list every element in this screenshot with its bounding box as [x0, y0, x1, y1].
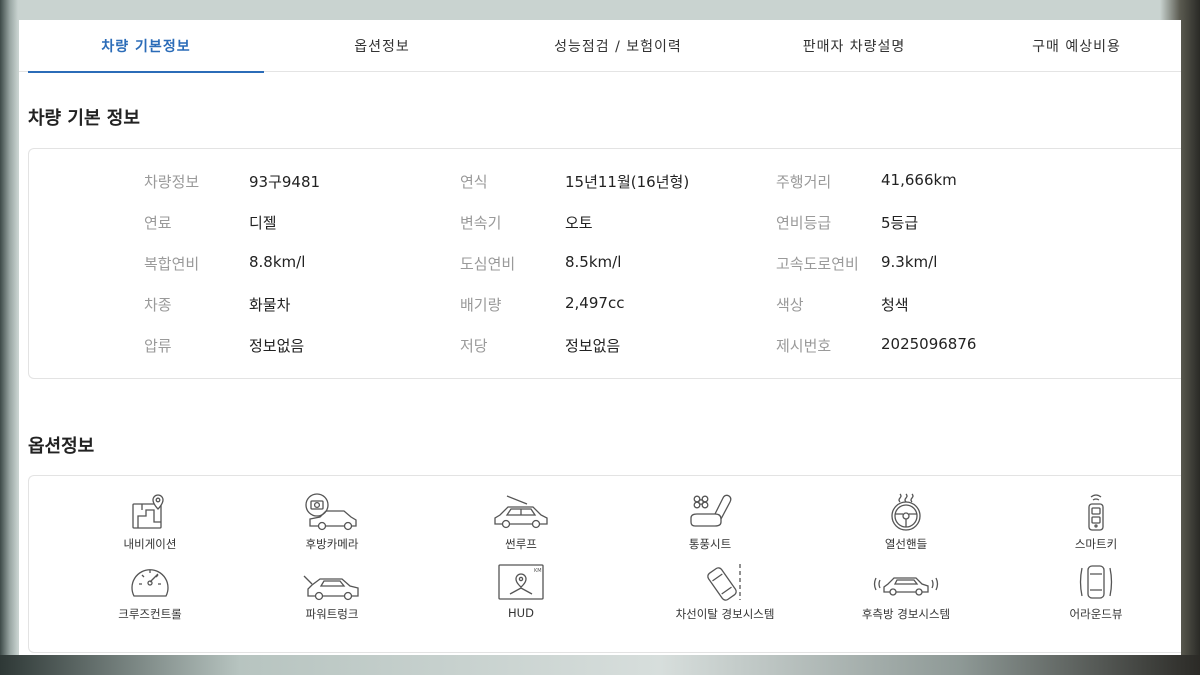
option-label: 차선이탈 경보시스템	[675, 607, 775, 621]
rear-camera-icon	[305, 493, 357, 531]
smart-key-icon	[1088, 494, 1104, 531]
tab-options[interactable]: 옵션정보	[264, 20, 500, 72]
option-item: 내비게이션	[80, 492, 220, 552]
options-box: 내비게이션 후방카메라 썬루프 통풍시트 열선핸들 스마트키 크루즈컨트롤 파워…	[28, 475, 1181, 653]
spec-value: 정보없음	[249, 337, 305, 355]
option-item: 어라운드뷰	[1026, 562, 1166, 622]
spec-value: 2025096876	[881, 335, 977, 353]
background-strip	[0, 655, 1200, 675]
spec-value: 8.8km/l	[249, 253, 306, 271]
svg-text:KM: KM	[534, 568, 542, 574]
spec-value: 2,497cc	[565, 294, 625, 312]
tab-inspection-insurance[interactable]: 성능점검 / 보험이력	[500, 20, 736, 72]
spec-value: 41,666km	[881, 171, 957, 189]
option-label: 스마트키	[1074, 537, 1118, 551]
option-label: 썬루프	[505, 537, 537, 551]
spec-row: 복합연비 8.8km/l 도심연비 8.5km/l 고속도로연비 9.3km/l	[29, 253, 1181, 277]
lane-departure-icon	[707, 564, 741, 601]
spec-value: 정보없음	[565, 337, 621, 355]
spec-value: 청색	[881, 296, 909, 314]
option-item: 썬루프	[451, 492, 591, 552]
spec-label: 차량정보	[144, 173, 200, 191]
spec-label: 주행거리	[776, 173, 832, 191]
spec-label: 차종	[144, 296, 172, 314]
spec-value: 93구9481	[249, 173, 321, 191]
spec-row: 차량정보 93구9481 연식 15년11월(16년형) 주행거리 41,666…	[29, 171, 1181, 195]
ventilated-seat-icon	[690, 494, 732, 527]
tab-bar: 차량 기본정보 옵션정보 성능점검 / 보험이력 판매자 차량설명 구매 예상비…	[19, 20, 1181, 73]
spec-value: 화물차	[249, 296, 291, 314]
spec-row: 차종 화물차 배기량 2,497cc 색상 청색	[29, 294, 1181, 318]
spec-value: 디젤	[249, 214, 277, 232]
option-item: 열선핸들	[836, 492, 976, 552]
spec-label: 저당	[460, 337, 488, 355]
around-view-icon	[1079, 565, 1113, 599]
option-label: 내비게이션	[123, 537, 177, 551]
blind-spot-icon	[873, 577, 939, 596]
basic-info-title: 차량 기본 정보	[28, 108, 140, 129]
spec-label: 도심연비	[460, 255, 516, 273]
spec-value: 5등급	[881, 214, 919, 232]
spec-row: 연료 디젤 변속기 오토 연비등급 5등급	[29, 212, 1181, 236]
spec-label: 연식	[460, 173, 488, 191]
spec-label: 제시번호	[776, 337, 832, 355]
spec-value: 9.3km/l	[881, 253, 938, 271]
option-label: HUD	[508, 606, 534, 620]
option-label: 열선핸들	[884, 537, 928, 551]
tab-expected-cost[interactable]: 구매 예상비용	[972, 20, 1181, 72]
option-item: 차선이탈 경보시스템	[655, 562, 795, 622]
cruise-control-icon	[131, 569, 169, 597]
heated-steering-icon	[891, 493, 921, 531]
tab-basic-info[interactable]: 차량 기본정보	[28, 20, 264, 73]
tab-seller-description[interactable]: 판매자 차량설명	[736, 20, 972, 72]
option-item: KM HUD	[451, 562, 591, 620]
spec-label: 고속도로연비	[776, 255, 859, 273]
basic-info-box: 차량정보 93구9481 연식 15년11월(16년형) 주행거리 41,666…	[28, 148, 1181, 379]
power-trunk-icon	[303, 575, 359, 601]
spec-label: 연료	[144, 214, 172, 232]
option-label: 파워트렁크	[305, 607, 359, 621]
option-item: 크루즈컨트롤	[80, 562, 220, 622]
option-item: 통풍시트	[640, 492, 780, 552]
option-label: 어라운드뷰	[1069, 607, 1123, 621]
spec-value: 8.5km/l	[565, 253, 622, 271]
spec-label: 배기량	[460, 296, 502, 314]
option-item: 후측방 경보시스템	[836, 562, 976, 622]
option-label: 통풍시트	[688, 537, 732, 551]
spec-label: 변속기	[460, 214, 502, 232]
sunroof-icon	[494, 495, 548, 529]
spec-row: 압류 정보없음 저당 정보없음 제시번호 2025096876	[29, 335, 1181, 359]
option-item: 파워트렁크	[262, 562, 402, 622]
hud-icon: KM	[498, 564, 544, 600]
navigation-icon	[132, 494, 164, 529]
vehicle-detail-panel: 차량 기본정보 옵션정보 성능점검 / 보험이력 판매자 차량설명 구매 예상비…	[19, 20, 1181, 655]
spec-label: 복합연비	[144, 255, 200, 273]
option-label: 크루즈컨트롤	[118, 607, 182, 621]
spec-label: 압류	[144, 337, 172, 355]
spec-label: 연비등급	[776, 214, 832, 232]
option-label: 후방카메라	[305, 537, 359, 551]
option-label: 후측방 경보시스템	[861, 607, 951, 621]
option-item: 후방카메라	[262, 492, 402, 552]
spec-value: 오토	[565, 214, 593, 232]
spec-value: 15년11월(16년형)	[565, 173, 690, 191]
option-item: 스마트키	[1026, 492, 1166, 552]
options-title: 옵션정보	[28, 436, 95, 457]
spec-label: 색상	[776, 296, 804, 314]
